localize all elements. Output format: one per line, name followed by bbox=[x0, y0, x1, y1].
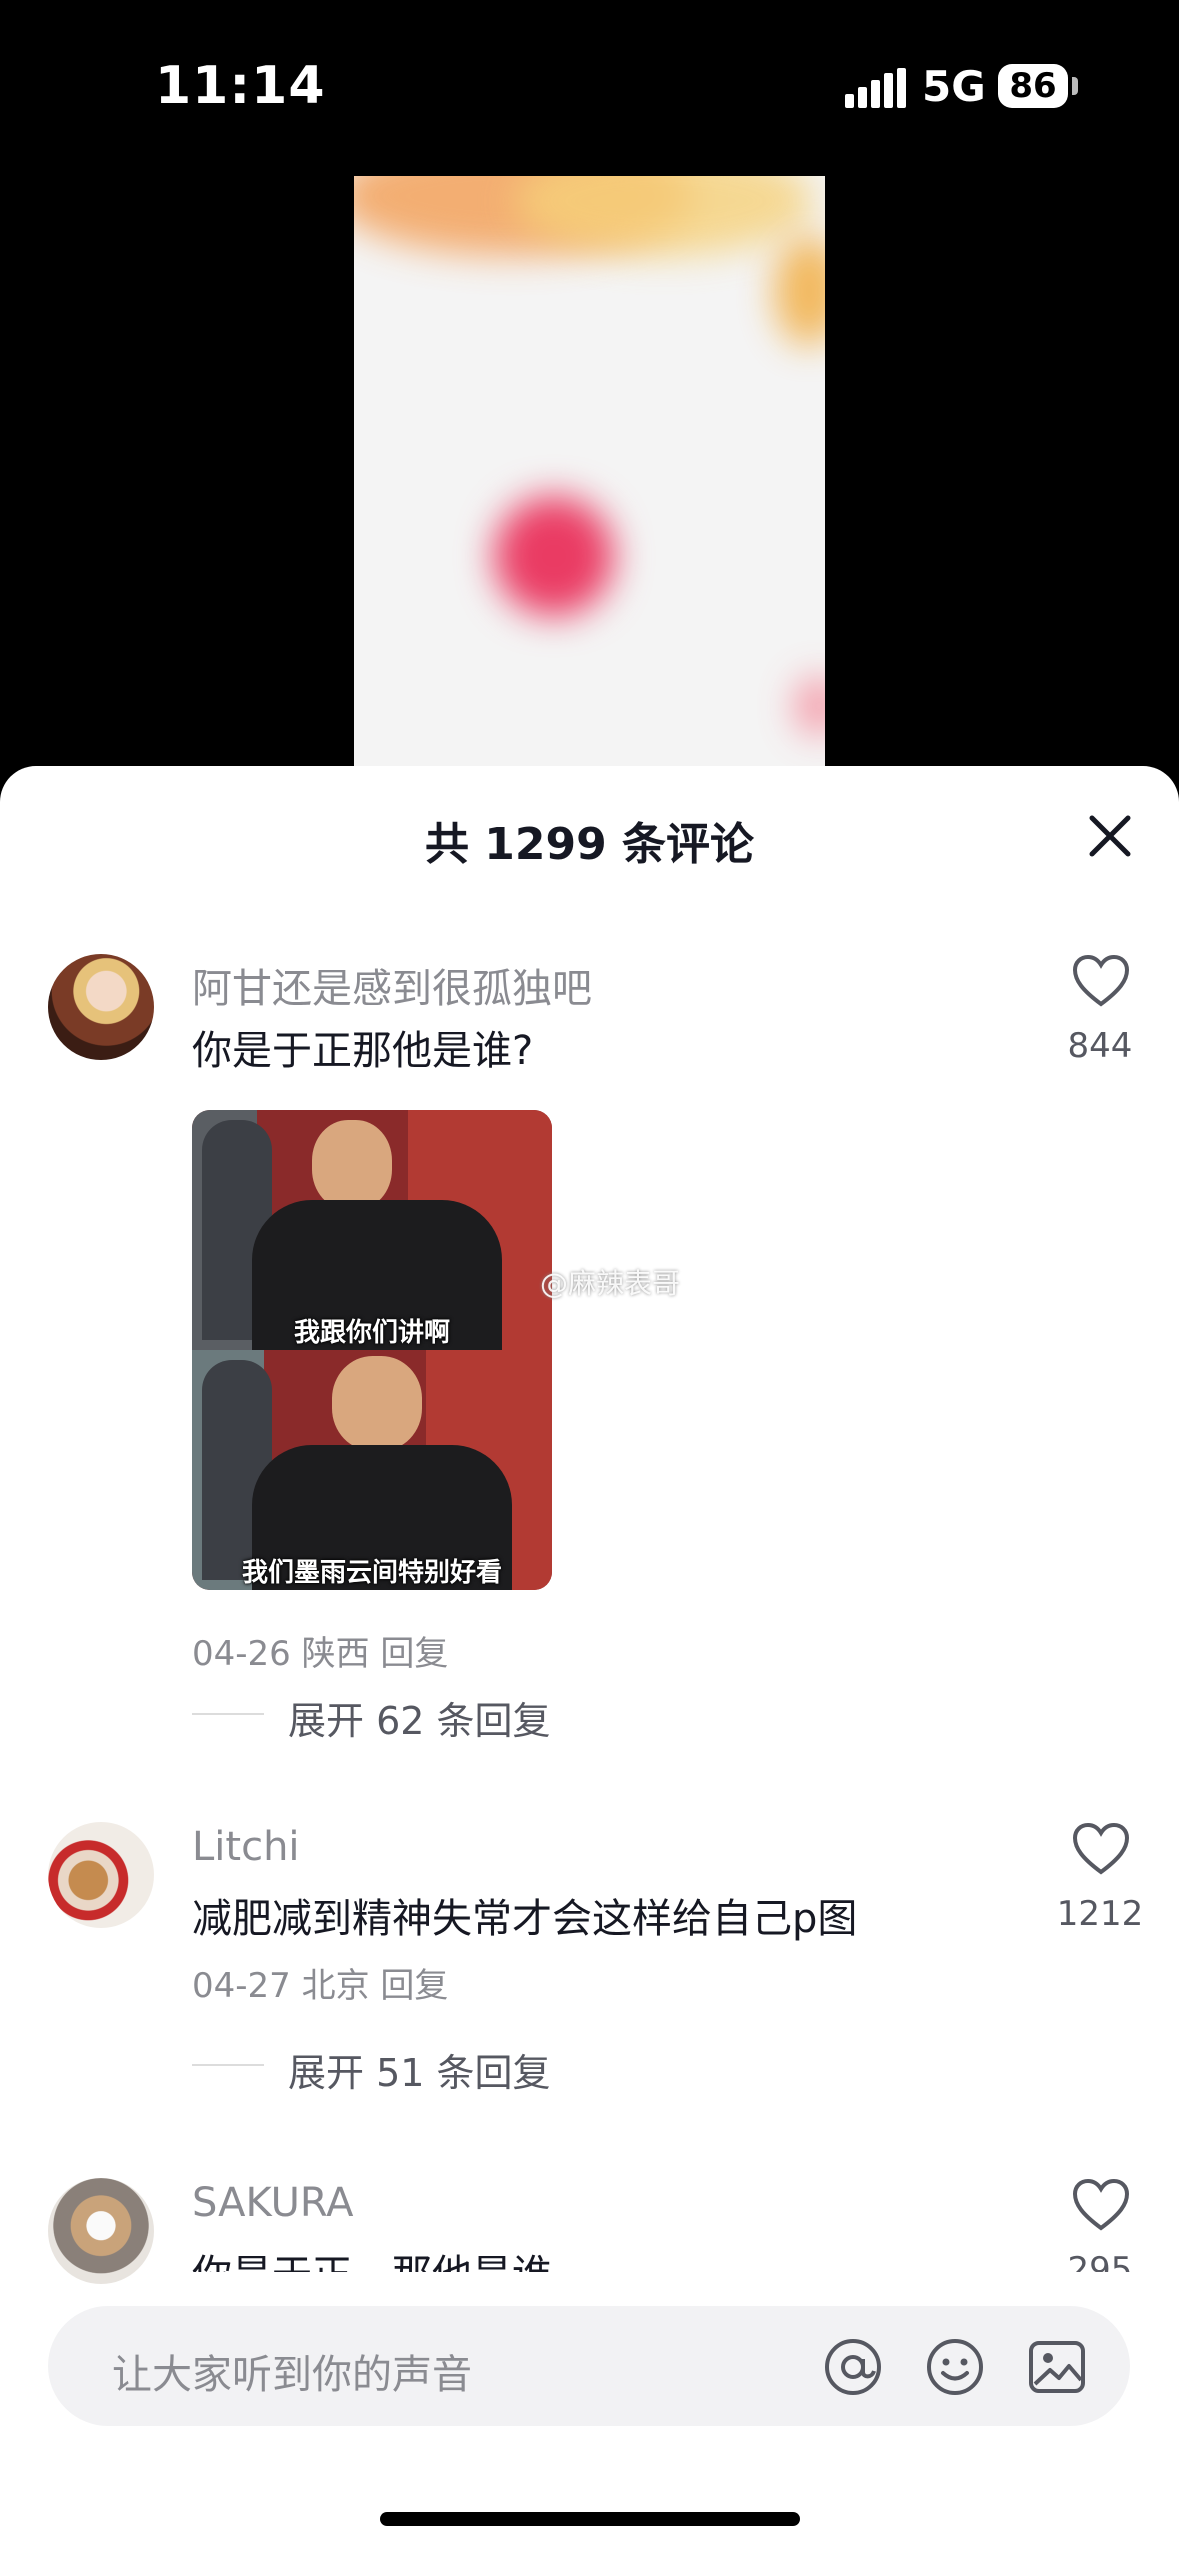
status-bar: 11:14 5G 86 bbox=[0, 0, 1179, 170]
heart-icon[interactable] bbox=[1072, 954, 1130, 1008]
status-time: 11:14 bbox=[155, 56, 326, 116]
comment-count-title: 共 1299 条评论 bbox=[424, 819, 755, 870]
battery-tip bbox=[1072, 77, 1078, 95]
image-caption-bottom: 我们墨雨云间特别好看 bbox=[241, 1558, 502, 1588]
comment-username[interactable]: 阿甘还是感到很孤独吧 bbox=[192, 956, 592, 1014]
avatar[interactable] bbox=[48, 954, 154, 1060]
video-blob bbox=[794, 676, 825, 736]
video-blob bbox=[494, 496, 614, 616]
comment-text[interactable]: 减肥减到精神失常才会这样给自己p图 bbox=[192, 1886, 857, 1944]
expand-replies-button[interactable]: 展开 62 条回复 bbox=[288, 1690, 551, 1745]
battery-icon: 86 bbox=[998, 64, 1068, 108]
image-icon[interactable] bbox=[1026, 2336, 1088, 2398]
video-preview[interactable] bbox=[354, 176, 825, 766]
like-count: 295 bbox=[1067, 2250, 1133, 2272]
comment-meta[interactable]: 04-26 陕西 回复 bbox=[192, 1626, 448, 1675]
comment-input[interactable]: 让大家听到你的声音 bbox=[48, 2306, 1130, 2426]
input-placeholder: 让大家听到你的声音 bbox=[112, 2352, 472, 2398]
emoji-icon[interactable] bbox=[924, 2336, 986, 2398]
home-indicator[interactable] bbox=[380, 2512, 800, 2526]
comment-text[interactable]: 你是于正，那他是谁 bbox=[192, 2242, 552, 2272]
heart-icon[interactable] bbox=[1072, 1822, 1130, 1876]
comment-image[interactable]: 我跟你们讲啊 我们墨雨云间特别好看 bbox=[192, 1110, 552, 1590]
comment-meta[interactable]: 04-27 北京 回复 bbox=[192, 1958, 448, 2007]
expand-replies-button[interactable]: 展开 51 条回复 bbox=[288, 2042, 551, 2097]
avatar[interactable] bbox=[48, 1822, 154, 1928]
expand-divider bbox=[192, 2064, 264, 2066]
at-icon[interactable] bbox=[822, 2336, 884, 2398]
image-caption-top: 我跟你们讲啊 bbox=[293, 1318, 450, 1348]
heart-icon[interactable] bbox=[1072, 2178, 1130, 2232]
comment-username[interactable]: Litchi bbox=[192, 1824, 300, 1870]
image-panel-top: 我跟你们讲啊 bbox=[192, 1110, 552, 1350]
network-label: 5G bbox=[922, 62, 986, 111]
image-watermark: @麻辣表哥 bbox=[540, 1267, 681, 1300]
like-count: 844 bbox=[1067, 1026, 1133, 1066]
like-count: 1212 bbox=[1056, 1894, 1144, 1934]
signal-icon bbox=[845, 68, 906, 108]
image-panel-bottom: 我们墨雨云间特别好看 bbox=[192, 1350, 552, 1590]
comment-sheet: 共 1299 条评论 阿甘还是感到很孤独吧 你是于正那他是谁? 844 我跟你们… bbox=[0, 766, 1179, 2556]
comment-text[interactable]: 你是于正那他是谁? bbox=[192, 1018, 533, 1076]
close-icon[interactable] bbox=[1080, 806, 1140, 866]
clipped-row: 你是于正，那他是谁 295 bbox=[0, 2236, 1179, 2272]
video-blob bbox=[774, 236, 825, 346]
expand-divider bbox=[192, 1713, 264, 1715]
comment-username[interactable]: SAKURA bbox=[192, 2180, 353, 2226]
